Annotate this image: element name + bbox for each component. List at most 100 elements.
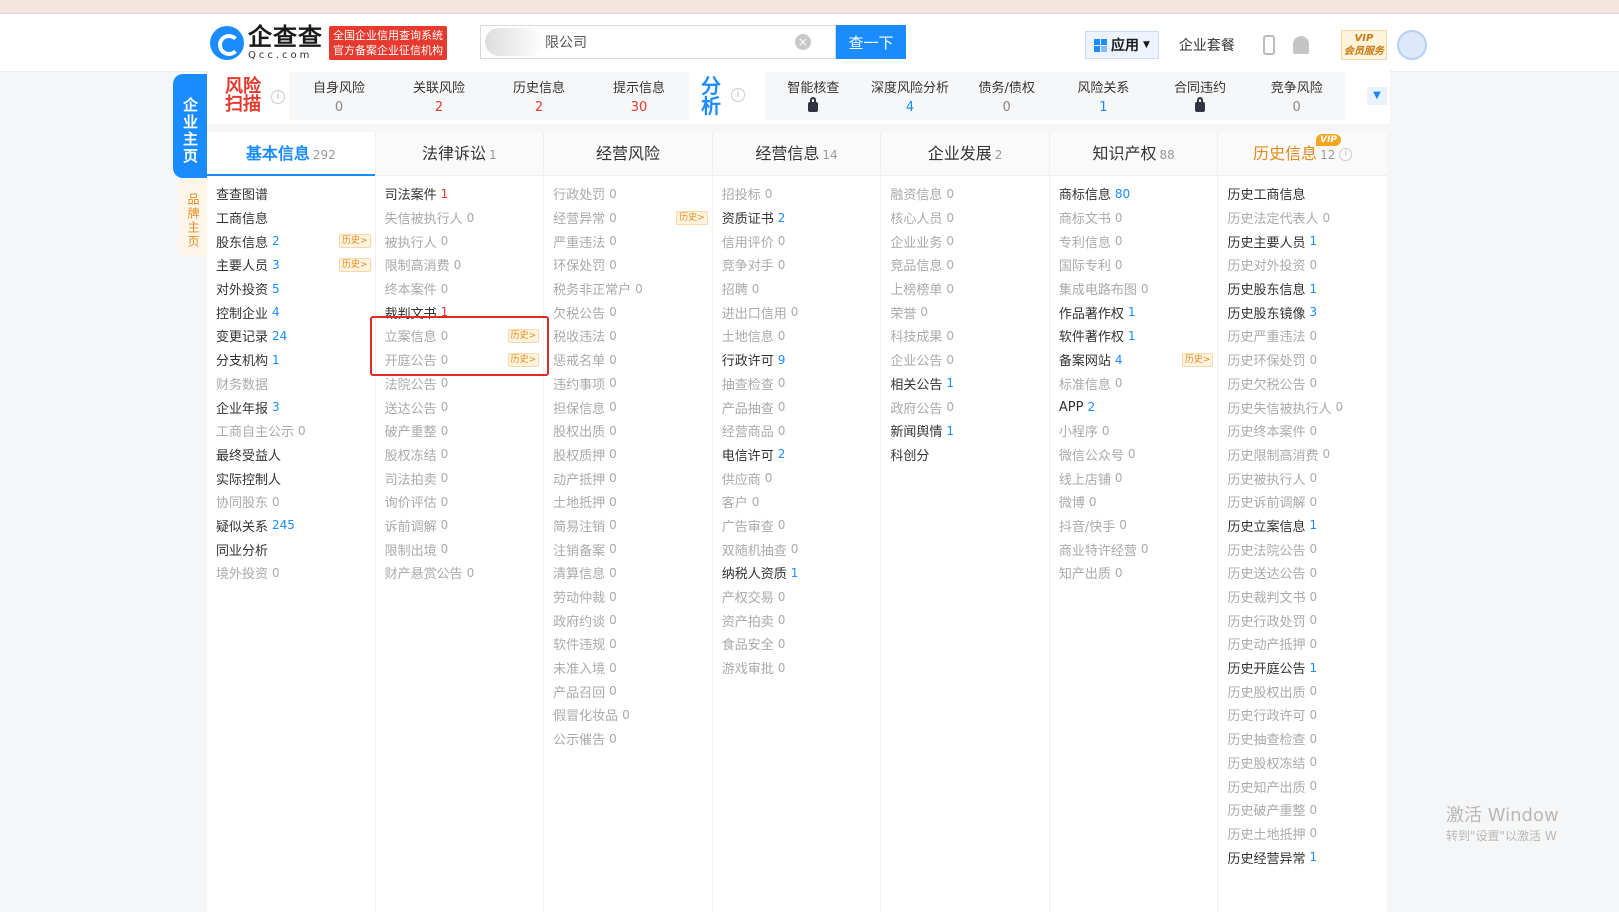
category-item[interactable]: 集成电路布图 0 bbox=[1050, 277, 1218, 301]
category-item[interactable]: 企业公告 0 bbox=[881, 348, 1049, 372]
category-item[interactable]: 历史主要人员 1 bbox=[1218, 229, 1387, 253]
category-item[interactable]: 历史股东信息 1 bbox=[1218, 277, 1387, 301]
category-item[interactable]: 历史股权冻结 0 bbox=[1218, 751, 1387, 775]
column-header-tab[interactable]: 经营信息 14 bbox=[712, 132, 881, 176]
category-item[interactable]: 司法拍卖 0 bbox=[376, 466, 544, 490]
search-input[interactable] bbox=[545, 34, 795, 50]
category-item[interactable]: 历史股东镜像 3 bbox=[1218, 300, 1387, 324]
category-item[interactable]: 客户 0 bbox=[713, 490, 881, 514]
info-icon[interactable]: i bbox=[731, 88, 745, 102]
category-item[interactable]: 食品安全 0 bbox=[713, 632, 881, 656]
category-item[interactable]: 未准入境 0 bbox=[544, 656, 712, 680]
category-item[interactable]: 历史法定代表人 0 bbox=[1218, 206, 1387, 230]
analysis-item-competition[interactable]: 竞争风险 0 bbox=[1248, 77, 1345, 115]
category-item[interactable]: 商业特许经营 0 bbox=[1050, 537, 1218, 561]
category-item[interactable]: 境外投资 0 bbox=[207, 561, 375, 585]
category-item[interactable]: 商标信息 80 bbox=[1050, 182, 1218, 206]
category-item[interactable]: 法院公告 0 bbox=[376, 372, 544, 396]
category-item[interactable]: 线上店铺 0 bbox=[1050, 466, 1218, 490]
category-item[interactable]: 终本案件 0 bbox=[376, 277, 544, 301]
category-item[interactable]: 纳税人资质 1 bbox=[713, 561, 881, 585]
analysis-item-deep-risk[interactable]: 深度风险分析 4 bbox=[862, 77, 959, 115]
category-item[interactable]: 产品召回 0 bbox=[544, 679, 712, 703]
category-item[interactable]: 历史抽查检查 0 bbox=[1218, 727, 1387, 751]
category-item[interactable]: 历史破产重整 0 bbox=[1218, 798, 1387, 822]
category-item[interactable]: 行政许可 9 bbox=[713, 348, 881, 372]
category-item[interactable]: 历史立案信息 1 bbox=[1218, 514, 1387, 538]
expand-dropdown-button[interactable]: ▼ bbox=[1367, 87, 1387, 105]
category-item[interactable]: 严重违法 0 bbox=[544, 229, 712, 253]
category-item[interactable]: 科技成果 0 bbox=[881, 324, 1049, 348]
category-item[interactable]: 分支机构 1 bbox=[207, 348, 375, 372]
category-item[interactable]: 查查图谱 bbox=[207, 182, 375, 206]
category-item[interactable]: 假冒化妆品 0 bbox=[544, 703, 712, 727]
history-tag[interactable]: 历史> bbox=[676, 210, 708, 225]
category-item[interactable]: 询价评估 0 bbox=[376, 490, 544, 514]
category-item[interactable]: 双随机抽查 0 bbox=[713, 537, 881, 561]
category-item[interactable]: 控制企业 4 bbox=[207, 300, 375, 324]
category-item[interactable]: 核心人员 0 bbox=[881, 206, 1049, 230]
category-item[interactable]: 历史行政处罚 0 bbox=[1218, 608, 1387, 632]
category-item[interactable]: 变更记录 24 bbox=[207, 324, 375, 348]
category-item[interactable]: 协同股东 0 bbox=[207, 490, 375, 514]
category-item[interactable]: 股权出质 0 bbox=[544, 419, 712, 443]
category-item[interactable]: 历史对外投资 0 bbox=[1218, 253, 1387, 277]
category-item[interactable]: 政府公告 0 bbox=[881, 395, 1049, 419]
category-item[interactable]: 欠税公告 0 bbox=[544, 300, 712, 324]
category-item[interactable]: 历史知产出质 0 bbox=[1218, 774, 1387, 798]
category-item[interactable]: 科创分 bbox=[881, 443, 1049, 467]
history-tag[interactable]: 历史> bbox=[339, 258, 371, 273]
column-header-tab[interactable]: 法律诉讼 1 bbox=[375, 132, 544, 176]
category-item[interactable]: 工商自主公示 0 bbox=[207, 419, 375, 443]
category-item[interactable]: 简易注销 0 bbox=[544, 514, 712, 538]
category-item[interactable]: 资质证书 2 bbox=[713, 206, 881, 230]
category-item[interactable]: 股权质押 0 bbox=[544, 443, 712, 467]
history-tag[interactable]: 历史> bbox=[339, 234, 371, 249]
category-item[interactable]: 政府约谈 0 bbox=[544, 608, 712, 632]
category-item[interactable]: 产品抽查 0 bbox=[713, 395, 881, 419]
clear-icon[interactable]: × bbox=[795, 34, 811, 50]
info-icon[interactable]: i bbox=[1339, 148, 1353, 161]
category-item[interactable]: 担保信息 0 bbox=[544, 395, 712, 419]
category-item[interactable]: 招投标 0 bbox=[713, 182, 881, 206]
category-item[interactable]: 历史被执行人 0 bbox=[1218, 466, 1387, 490]
category-item[interactable]: 广告审查 0 bbox=[713, 514, 881, 538]
enterprise-package-link[interactable]: 企业套餐 bbox=[1179, 35, 1235, 55]
category-item[interactable]: 违约事项 0 bbox=[544, 372, 712, 396]
category-item[interactable]: 历史法院公告 0 bbox=[1218, 537, 1387, 561]
category-item[interactable]: 历史严重违法 0 bbox=[1218, 324, 1387, 348]
category-item[interactable]: 破产重整 0 bbox=[376, 419, 544, 443]
category-item[interactable]: 历史经营异常 1 bbox=[1218, 845, 1387, 869]
category-item[interactable]: 行政处罚 0 bbox=[544, 182, 712, 206]
category-item[interactable]: 历史裁判文书 0 bbox=[1218, 585, 1387, 609]
category-item[interactable]: 环保处罚 0 bbox=[544, 253, 712, 277]
history-tag[interactable]: 历史> bbox=[507, 352, 540, 367]
category-item[interactable]: 被执行人 0 bbox=[376, 229, 544, 253]
category-item[interactable]: 知产出质 0 bbox=[1050, 561, 1218, 585]
category-item[interactable]: 历史送达公告 0 bbox=[1218, 561, 1387, 585]
category-item[interactable]: 相关公告 1 bbox=[881, 372, 1049, 396]
search-button[interactable]: 查一下 bbox=[836, 25, 906, 59]
category-item[interactable]: 产权交易 0 bbox=[713, 585, 881, 609]
column-header-tab[interactable]: 经营风险 bbox=[544, 132, 712, 176]
category-item[interactable]: 融资信息 0 bbox=[881, 182, 1049, 206]
category-item[interactable]: 股东信息 2 历史> bbox=[207, 229, 375, 253]
tab-brand-home[interactable]: 品牌主页 bbox=[179, 180, 207, 256]
category-item[interactable]: 历史限制高消费 0 bbox=[1218, 443, 1387, 467]
category-item[interactable]: 诉前调解 0 bbox=[376, 514, 544, 538]
category-item[interactable]: 专利信息 0 bbox=[1050, 229, 1218, 253]
category-item[interactable]: 土地抵押 0 bbox=[544, 490, 712, 514]
category-item[interactable]: 清算信息 0 bbox=[544, 561, 712, 585]
analysis-item-debt[interactable]: 债务/债权 0 bbox=[958, 77, 1055, 115]
category-item[interactable]: 主要人员 3 历史> bbox=[207, 253, 375, 277]
category-item[interactable]: 实际控制人 bbox=[207, 466, 375, 490]
category-item[interactable]: 股权冻结 0 bbox=[376, 443, 544, 467]
category-item[interactable]: 竞争对手 0 bbox=[713, 253, 881, 277]
risk-item-history[interactable]: 历史信息 2 bbox=[489, 77, 589, 115]
category-item[interactable]: 招聘 0 bbox=[713, 277, 881, 301]
user-avatar[interactable] bbox=[1396, 30, 1427, 60]
category-item[interactable]: 开庭公告 0 历史> bbox=[376, 348, 544, 372]
category-item[interactable]: 企业年报 3 bbox=[207, 395, 375, 419]
category-item[interactable]: 历史环保处罚 0 bbox=[1218, 348, 1387, 372]
category-item[interactable]: 历史失信被执行人 0 bbox=[1218, 395, 1387, 419]
